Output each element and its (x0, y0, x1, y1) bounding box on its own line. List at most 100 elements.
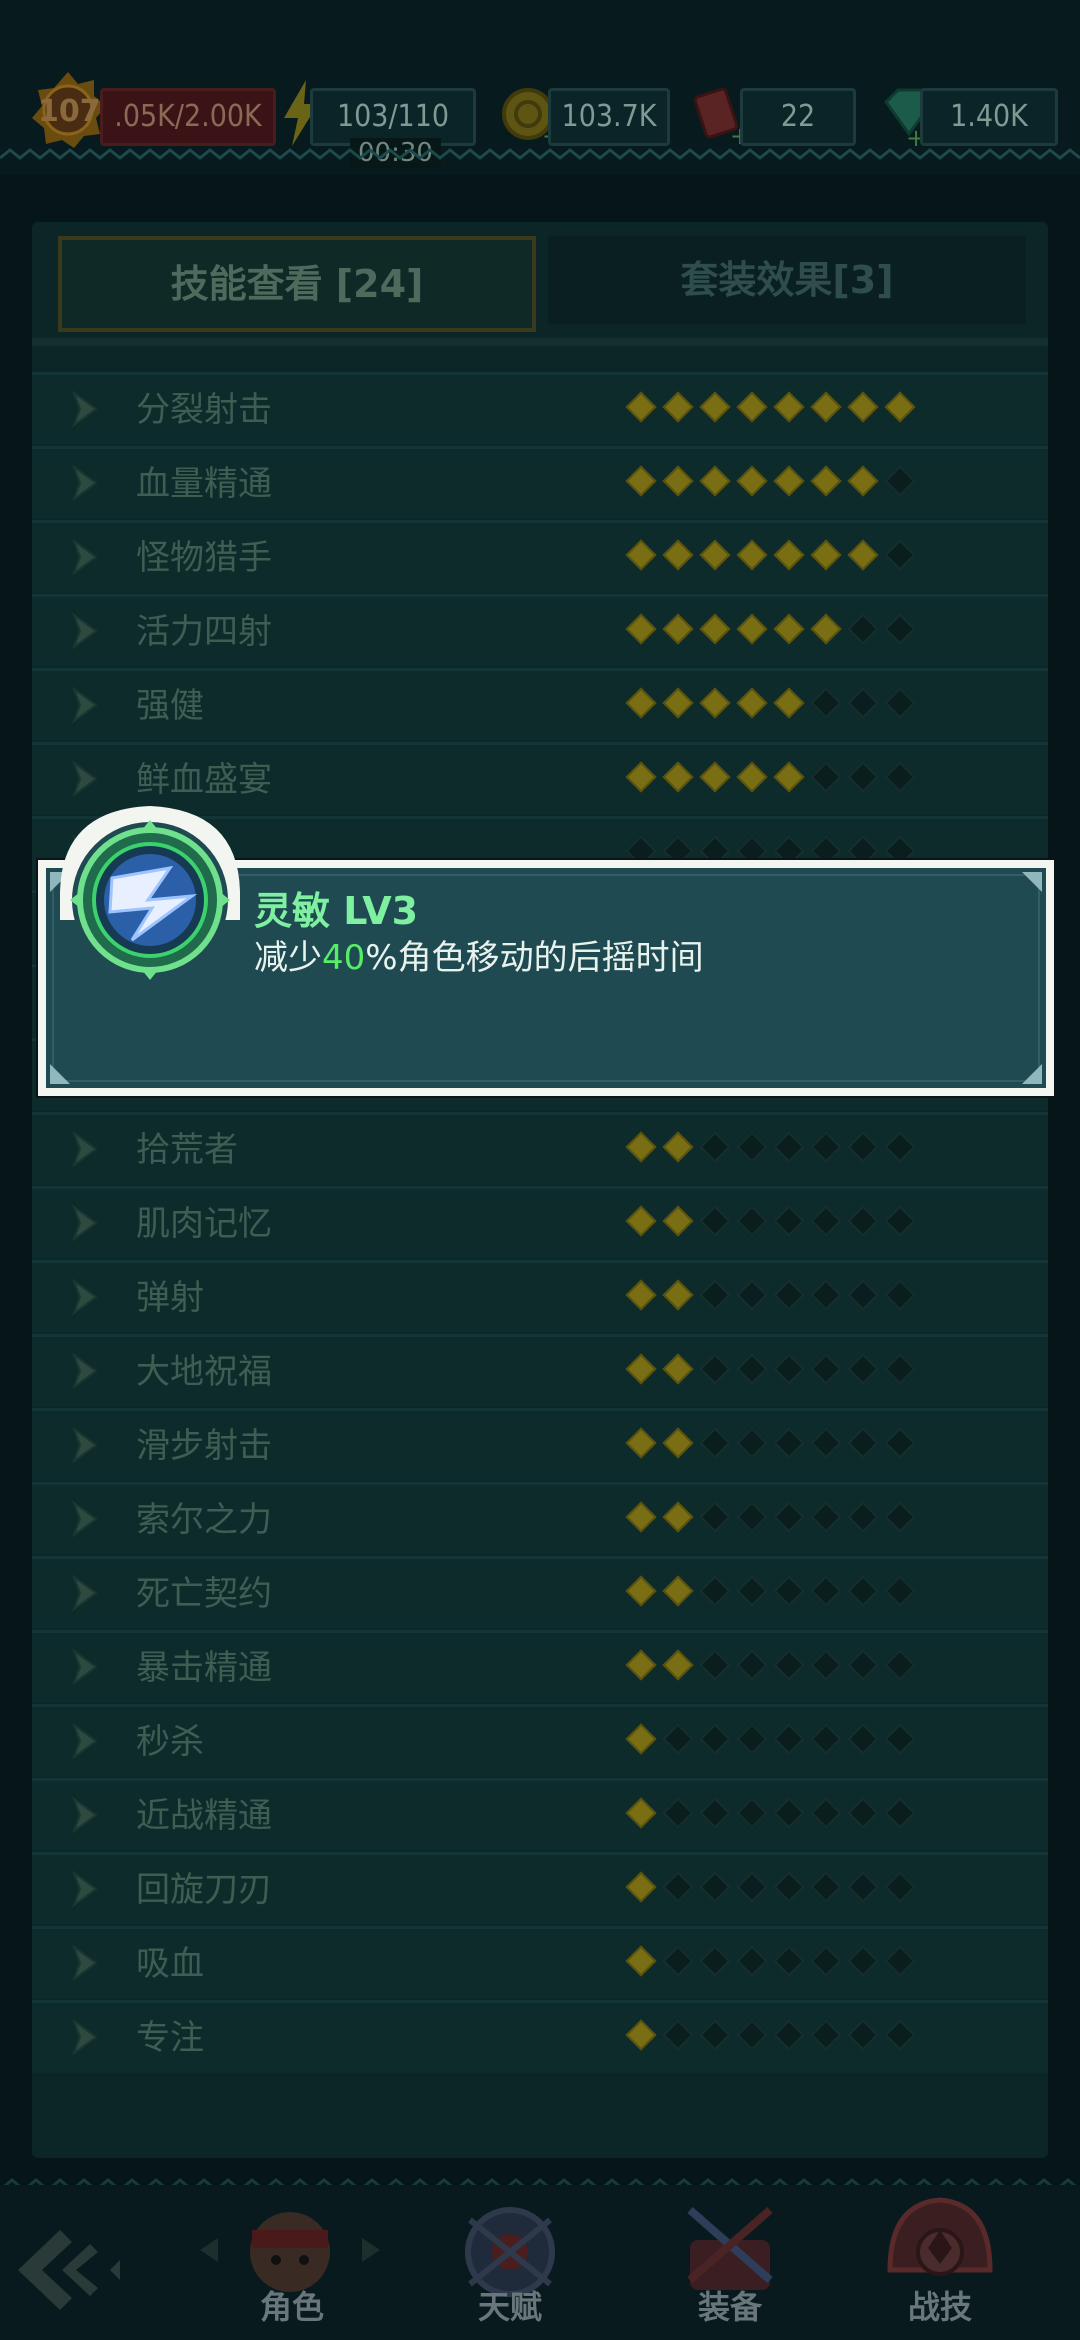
level-dot-filled (625, 1353, 657, 1385)
level-dot-empty (810, 761, 842, 793)
skill-row[interactable]: 吸血 (32, 1926, 1048, 1999)
chevron-right-icon (71, 1796, 98, 1834)
level-dot-filled (625, 1575, 657, 1607)
chevron-right-icon (71, 464, 98, 502)
level-dot-empty (884, 1205, 916, 1237)
skill-row[interactable]: 回旋刀刃 (32, 1852, 1048, 1925)
level-dot-empty (662, 1797, 694, 1829)
level-dot-empty (847, 1131, 879, 1163)
level-dot-filled (662, 761, 694, 793)
level-dot-empty (699, 1649, 731, 1681)
skill-row[interactable]: 拾荒者 (32, 1112, 1048, 1185)
level-dot-filled (699, 539, 731, 571)
chevron-right-icon (71, 390, 98, 428)
skill-level-dots (625, 1279, 926, 1312)
chevron-right-icon (71, 1870, 98, 1908)
nav-talent-label: 天赋 (477, 2288, 542, 2326)
tab-set-effects[interactable]: 套装效果[3] (548, 236, 1026, 324)
skill-row[interactable]: 近战精通 (32, 1778, 1048, 1851)
level-dot-empty (736, 1205, 768, 1237)
chevron-right-icon (71, 1500, 98, 1538)
level-dot-empty (699, 1205, 731, 1237)
skill-row[interactable]: 血量精通 (32, 446, 1048, 519)
level-dot-filled (625, 465, 657, 497)
tab-skills[interactable]: 技能查看 [24] (58, 236, 536, 332)
skill-row[interactable]: 分裂射击 (32, 372, 1048, 445)
level-dot-filled (625, 539, 657, 571)
level-dot-filled (625, 1501, 657, 1533)
level-dot-empty (847, 1797, 879, 1829)
skill-name: 近战精通 (136, 1796, 272, 1836)
skill-name: 血量精通 (136, 464, 272, 504)
skill-row[interactable]: 强健 (32, 668, 1048, 741)
skill-name: 吸血 (136, 1944, 204, 1984)
skill-name: 死亡契约 (136, 1574, 272, 1614)
tab-set-effects-label: 套装效果[3] (680, 258, 894, 302)
skill-row[interactable]: 专注 (32, 2000, 1048, 2073)
level-dot-filled (699, 465, 731, 497)
level-dot-filled (662, 1353, 694, 1385)
level-dot-filled (736, 391, 768, 423)
level-dot-filled (625, 1131, 657, 1163)
level-dot-empty (773, 1501, 805, 1533)
skill-name: 拾荒者 (136, 1130, 238, 1170)
level-dot-filled (810, 391, 842, 423)
skill-row[interactable]: 索尔之力 (32, 1482, 1048, 1555)
level-dot-empty (884, 761, 916, 793)
coin-counter[interactable]: 103.7K (548, 88, 670, 146)
level-dot-filled (625, 391, 657, 423)
corner-triangle-icon (1022, 1064, 1042, 1084)
ticket-counter[interactable]: 22 (740, 88, 856, 146)
level-dot-empty (884, 2019, 916, 2051)
chevron-right-icon (71, 1574, 98, 1612)
top-zigzag-border (0, 148, 1080, 160)
nav-skill-label: 战技 (907, 2288, 972, 2326)
skill-row[interactable]: 死亡契约 (32, 1556, 1048, 1629)
chevron-right-icon (71, 1130, 98, 1168)
skill-level-dots (625, 1871, 926, 1904)
level-dot-filled (773, 687, 805, 719)
back-arrow-icon[interactable] (10, 2220, 130, 2320)
skill-level-dots (625, 1649, 926, 1682)
level-dot-empty (884, 613, 916, 645)
skill-level-dots (625, 2019, 926, 2052)
chevron-right-icon (71, 760, 98, 798)
level-dot-empty (810, 1797, 842, 1829)
level-dot-empty (773, 2019, 805, 2051)
level-dot-empty (884, 1797, 916, 1829)
skill-row[interactable]: 滑步射击 (32, 1408, 1048, 1481)
chevron-right-icon (71, 1722, 98, 1760)
level-dot-filled (773, 613, 805, 645)
level-dot-filled (662, 1501, 694, 1533)
level-dot-filled (884, 391, 916, 423)
skill-level-dots (625, 1723, 926, 1756)
skill-row[interactable]: 大地祝福 (32, 1334, 1048, 1407)
level-dot-empty (736, 1353, 768, 1385)
level-dot-empty (662, 1723, 694, 1755)
level-dot-filled (625, 1797, 657, 1829)
chevron-right-icon (71, 538, 98, 576)
level-dot-empty (699, 2019, 731, 2051)
level-dot-filled (699, 761, 731, 793)
ticket-value: 22 (780, 99, 816, 134)
skill-row[interactable]: 暴击精通 (32, 1630, 1048, 1703)
skill-name: 分裂射击 (136, 390, 272, 430)
level-dot-empty (847, 1575, 879, 1607)
level-dot-empty (773, 1871, 805, 1903)
skill-row[interactable]: 肌肉记忆 (32, 1186, 1048, 1259)
level-dot-empty (810, 1279, 842, 1311)
level-dot-empty (773, 1575, 805, 1607)
level-dot-empty (847, 687, 879, 719)
skill-row[interactable]: 活力四射 (32, 594, 1048, 667)
level-dot-filled (847, 539, 879, 571)
chevron-right-icon (71, 1648, 98, 1686)
skill-row[interactable]: 怪物猎手 (32, 520, 1048, 593)
level-dot-empty (699, 1945, 731, 1977)
gem-counter[interactable]: 1.40K (920, 88, 1058, 146)
skill-row[interactable]: 弹射 (32, 1260, 1048, 1333)
level-dot-filled (773, 465, 805, 497)
level-dot-empty (773, 1205, 805, 1237)
skill-row[interactable]: 秒杀 (32, 1704, 1048, 1777)
level-dot-filled (773, 391, 805, 423)
level-dot-filled (662, 1279, 694, 1311)
